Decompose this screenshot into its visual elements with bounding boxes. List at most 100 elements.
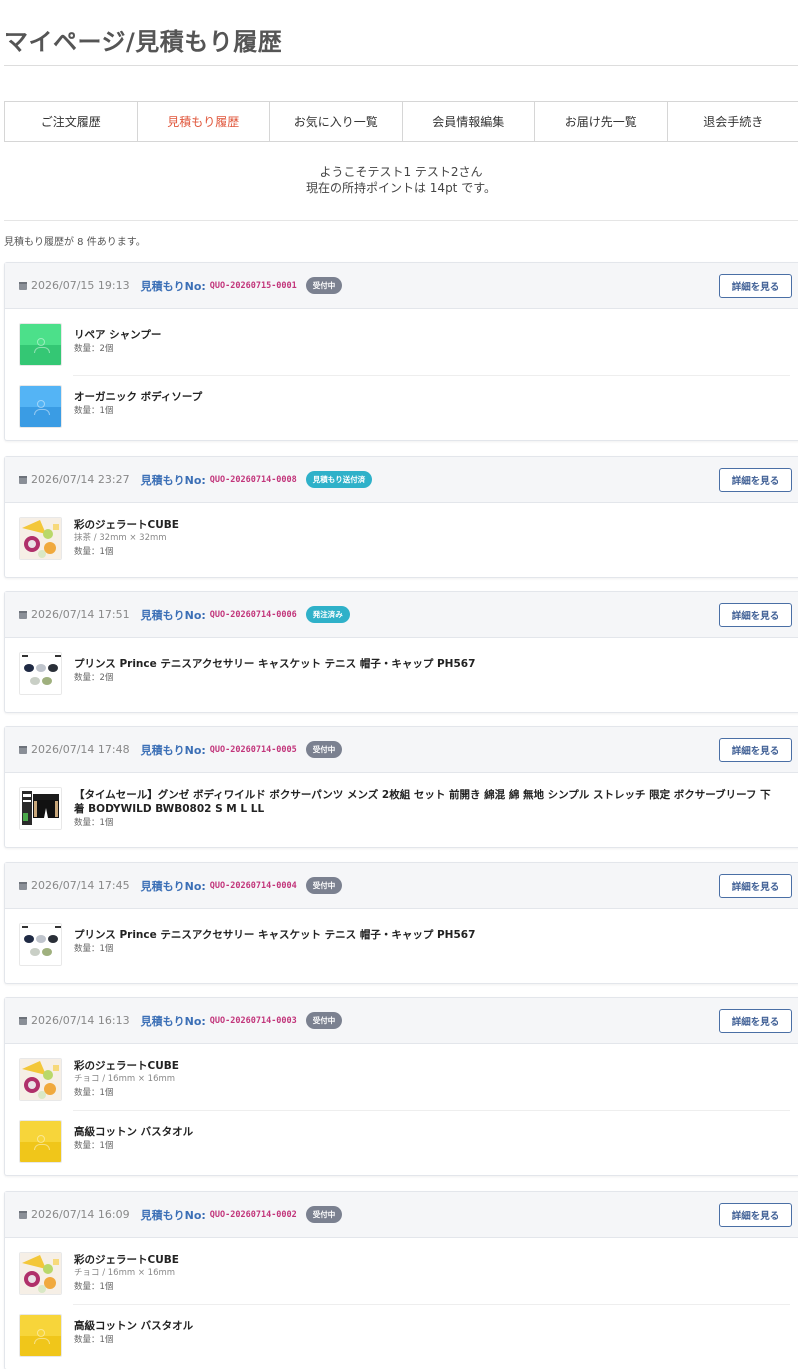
product-name[interactable]: 彩のジェラートCUBE — [74, 1059, 179, 1073]
product-quantity: 数量：1個 — [74, 406, 114, 416]
quote-number-label: 見積もりNo: — [140, 1014, 206, 1028]
product-name[interactable]: プリンス Prince テニスアクセサリー キャスケット テニス 帽子・キャップ… — [74, 657, 475, 671]
welcome-divider — [4, 220, 798, 221]
quote-card: 2026/07/14 16:09 見積もりNo: QUO-20260714-0002… — [4, 1191, 798, 1369]
product-thumbnail[interactable] — [19, 323, 62, 366]
quote-date: 2026/07/14 17:51 — [31, 608, 130, 621]
quote-item: プリンス Prince テニスアクセサリー キャスケット テニス 帽子・キャップ… — [5, 909, 798, 983]
product-quantity: 数量：1個 — [74, 944, 114, 954]
product-quantity: 数量：1個 — [74, 547, 114, 557]
status-badge: 受付中 — [305, 277, 343, 294]
product-quantity: 数量：1個 — [74, 1088, 114, 1098]
product-name[interactable]: リペア シャンプー — [74, 328, 161, 342]
quote-item: 【タイムセール】グンゼ ボディワイルド ボクサーパンツ メンズ 2枚組 セット … — [5, 773, 798, 847]
quote-items: 【タイムセール】グンゼ ボディワイルド ボクサーパンツ メンズ 2枚組 セット … — [5, 773, 798, 847]
calendar-icon — [19, 281, 27, 290]
tab-order-history[interactable]: ご注文履歴 — [5, 102, 138, 141]
view-details-button[interactable]: 詳細を見る — [719, 274, 792, 298]
status-badge: 見積もり送付済 — [305, 471, 373, 488]
status-badge: 受付中 — [305, 1206, 343, 1223]
product-thumbnail[interactable] — [19, 1252, 62, 1295]
calendar-icon — [19, 745, 27, 754]
quote-number: QUO-20260714-0006 — [209, 609, 297, 620]
quote-item: リペア シャンプー数量：2個 — [5, 309, 798, 375]
status-badge: 受付中 — [305, 877, 343, 894]
quote-number: QUO-20260714-0003 — [209, 1015, 297, 1026]
view-details-button[interactable]: 詳細を見る — [719, 603, 792, 627]
quote-card-header: 2026/07/14 23:27 見積もりNo: QUO-20260714-0008… — [5, 457, 798, 503]
quote-number: QUO-20260714-0005 — [209, 744, 297, 755]
points-balance: 現在の所持ポイントは 14pt です。 — [305, 181, 497, 195]
product-quantity: 数量：1個 — [74, 818, 114, 828]
view-details-button[interactable]: 詳細を見る — [719, 468, 792, 492]
product-name[interactable]: プリンス Prince テニスアクセサリー キャスケット テニス 帽子・キャップ… — [74, 928, 475, 942]
quote-date: 2026/07/14 17:45 — [31, 879, 130, 892]
tab-favorites[interactable]: お気に入り一覧 — [270, 102, 403, 141]
quote-items: リペア シャンプー数量：2個オーガニック ボディソープ数量：1個 — [5, 309, 798, 440]
product-option: チョコ / 16mm × 16mm — [74, 1268, 176, 1278]
product-quantity: 数量：1個 — [74, 1282, 114, 1292]
welcome-greeting: ようこそテスト1 テスト2さん — [319, 165, 483, 179]
product-quantity: 数量：2個 — [74, 673, 114, 683]
product-name[interactable]: 彩のジェラートCUBE — [74, 518, 179, 532]
quote-item: 高級コットン バスタオル 数量：1個 — [5, 1110, 798, 1175]
product-option: チョコ / 16mm × 16mm — [74, 1074, 176, 1084]
quote-number-label: 見積もりNo: — [140, 279, 206, 293]
page: マイページ/見積もり履歴 ご注文履歴 見積もり履歴 お気に入り一覧 会員情報編集… — [0, 0, 798, 1369]
status-badge: 受付中 — [305, 1012, 343, 1029]
status-badge: 発注済み — [305, 606, 350, 623]
tab-withdrawal[interactable]: 退会手続き — [668, 102, 798, 141]
product-thumbnail[interactable] — [19, 1314, 62, 1357]
view-details-button[interactable]: 詳細を見る — [719, 738, 792, 762]
calendar-icon — [19, 1016, 27, 1025]
product-name[interactable]: 高級コットン バスタオル — [74, 1319, 193, 1333]
view-details-button[interactable]: 詳細を見る — [719, 1009, 792, 1033]
quote-number-label: 見積もりNo: — [140, 743, 206, 757]
view-details-button[interactable]: 詳細を見る — [719, 874, 792, 898]
product-quantity: 数量：2個 — [74, 344, 114, 354]
quote-number: QUO-20260714-0008 — [209, 474, 297, 485]
quote-card-header: 2026/07/14 17:48 見積もりNo: QUO-20260714-0005… — [5, 727, 798, 773]
quote-number: QUO-20260714-0002 — [209, 1209, 297, 1220]
product-thumbnail[interactable] — [19, 385, 62, 428]
quote-date: 2026/07/14 17:48 — [31, 743, 130, 756]
quote-items: 彩のジェラートCUBE チョコ / 16mm × 16mm 数量：1個 高級コットン … — [5, 1238, 798, 1369]
product-name[interactable]: 彩のジェラートCUBE — [74, 1253, 179, 1267]
quote-items: 彩のジェラートCUBE チョコ / 16mm × 16mm 数量：1個高級コットン … — [5, 1044, 798, 1175]
title-divider — [4, 65, 798, 66]
quote-date: 2026/07/15 19:13 — [31, 279, 130, 292]
quote-date: 2026/07/14 16:13 — [31, 1014, 130, 1027]
product-thumbnail[interactable] — [19, 1058, 62, 1101]
quote-card: 2026/07/14 17:45 見積もりNo: QUO-20260714-0004… — [4, 862, 798, 984]
quote-card-header: 2026/07/14 16:13 見積もりNo: QUO-20260714-0003… — [5, 998, 798, 1044]
tab-quote-history[interactable]: 見積もり履歴 — [138, 102, 270, 141]
quote-card: 2026/07/15 19:13 見積もりNo: QUO-20260715-0001… — [4, 262, 798, 441]
quote-card-header: 2026/07/14 16:09 見積もりNo: QUO-20260714-0002… — [5, 1192, 798, 1238]
product-thumbnail[interactable] — [19, 923, 62, 966]
quote-number: QUO-20260714-0004 — [209, 880, 297, 891]
product-thumbnail[interactable] — [19, 517, 62, 560]
quote-items: プリンス Prince テニスアクセサリー キャスケット テニス 帽子・キャップ… — [5, 909, 798, 983]
view-details-button[interactable]: 詳細を見る — [719, 1203, 792, 1227]
quote-card-header: 2026/07/15 19:13 見積もりNo: QUO-20260715-0001… — [5, 263, 798, 309]
product-thumbnail[interactable] — [19, 787, 62, 830]
product-thumbnail[interactable] — [19, 652, 62, 695]
product-name[interactable]: 【タイムセール】グンゼ ボディワイルド ボクサーパンツ メンズ 2枚組 セット … — [74, 788, 774, 816]
tab-member-info[interactable]: 会員情報編集 — [403, 102, 535, 141]
quote-card-header: 2026/07/14 17:51 見積もりNo: QUO-20260714-0006… — [5, 592, 798, 638]
product-name[interactable]: 高級コットン バスタオル — [74, 1125, 193, 1139]
product-thumbnail[interactable] — [19, 1120, 62, 1163]
quote-items: プリンス Prince テニスアクセサリー キャスケット テニス 帽子・キャップ… — [5, 638, 798, 712]
tab-delivery-addresses[interactable]: お届け先一覧 — [535, 102, 668, 141]
calendar-icon — [19, 475, 27, 484]
mypage-tabs: ご注文履歴 見積もり履歴 お気に入り一覧 会員情報編集 お届け先一覧 退会手続き — [4, 101, 798, 142]
quote-card-header: 2026/07/14 17:45 見積もりNo: QUO-20260714-0004… — [5, 863, 798, 909]
quote-card: 2026/07/14 16:13 見積もりNo: QUO-20260714-0003… — [4, 997, 798, 1176]
quote-number-label: 見積もりNo: — [140, 608, 206, 622]
quote-count: 見積もり履歴が 8 件あります。 — [4, 237, 146, 248]
product-quantity: 数量：1個 — [74, 1335, 114, 1345]
product-name[interactable]: オーガニック ボディソープ — [74, 390, 202, 404]
product-option: 抹茶 / 32mm × 32mm — [74, 533, 167, 543]
quote-item: 彩のジェラートCUBE チョコ / 16mm × 16mm 数量：1個 — [5, 1044, 798, 1110]
status-badge: 受付中 — [305, 741, 343, 758]
